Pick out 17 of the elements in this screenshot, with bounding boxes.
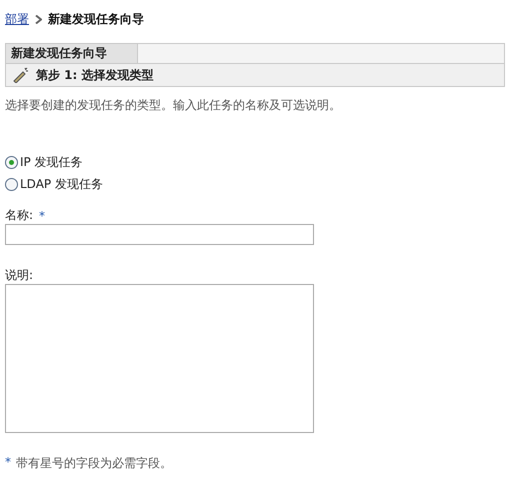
chevron-icon (35, 14, 42, 24)
instruction-text: 选择要创建的发现任务的类型。输入此任务的名称及可选说明。 (5, 97, 342, 113)
radio-label: LDAP 发现任务 (20, 176, 103, 192)
breadcrumb-link[interactable]: 部署 (5, 10, 29, 28)
page-title: 新建发现任务向导 (48, 10, 144, 28)
step-title: 第步 1: 选择发现类型 (36, 66, 154, 84)
description-field[interactable] (5, 284, 314, 433)
field-label: 说明: (5, 267, 34, 284)
name-field[interactable] (5, 224, 314, 245)
required-mark: * (39, 208, 46, 222)
radio-label: IP 发现任务 (20, 154, 83, 170)
wand-icon (12, 67, 30, 83)
footnote-text: 带有星号的字段为必需字段。 (16, 455, 172, 472)
radio-button[interactable] (5, 178, 18, 190)
radio-button[interactable] (5, 156, 18, 168)
field-label: 名称: (5, 207, 34, 224)
required-mark: * (5, 455, 11, 471)
